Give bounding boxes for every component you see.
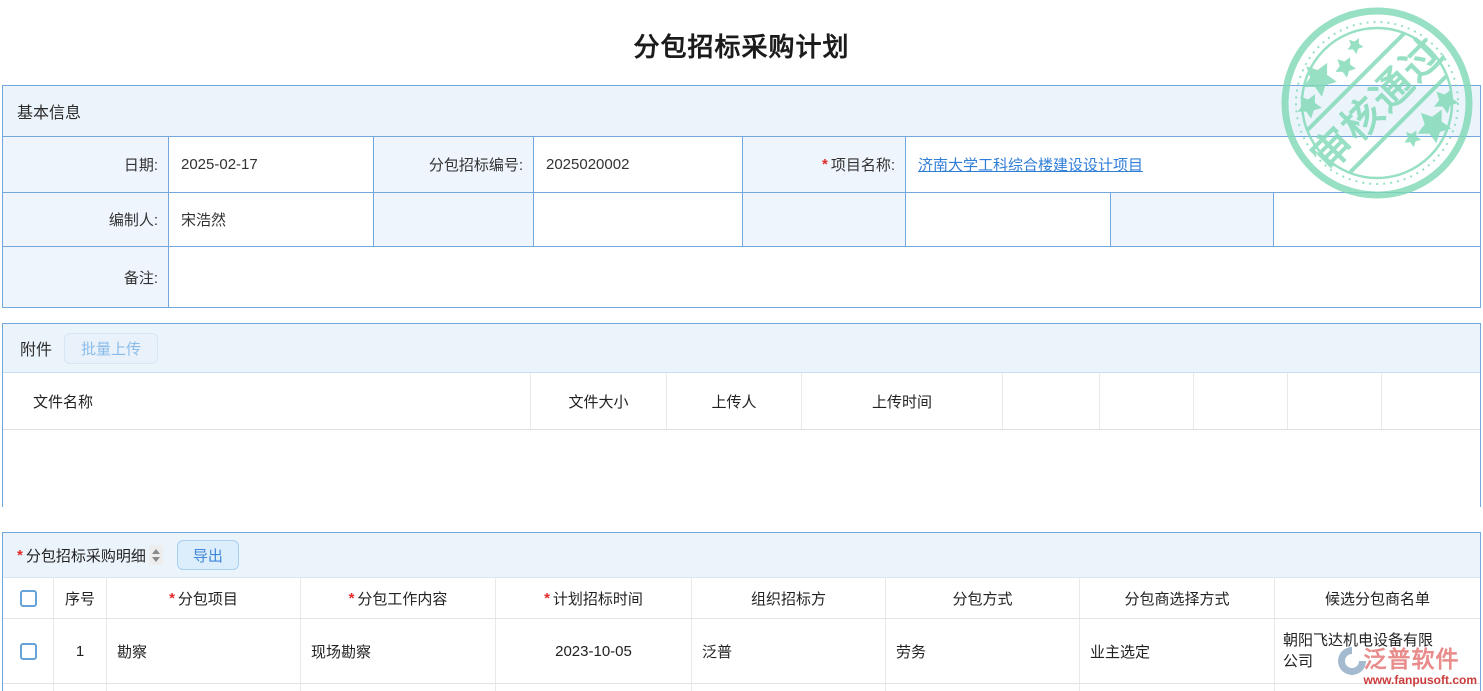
work-cell: 现场勘察 [301, 619, 496, 683]
selection-cell: 业主选定 [1080, 619, 1275, 683]
empty-value-cell [1274, 193, 1480, 246]
organizer-cell: 泛普 [692, 619, 886, 683]
spinner-up-down-icon[interactable] [149, 545, 163, 565]
page: 分包招标采购计划 基本信息 日期: 2025-02-17 分包招标编号: 202… [0, 0, 1483, 691]
required-asterisk: * [17, 547, 23, 564]
author-label: 编制人: [3, 193, 169, 246]
vendor-brand-text: 泛普软件 [1363, 648, 1459, 671]
empty-value-cell [906, 193, 1111, 246]
col-empty [1382, 373, 1480, 429]
empty-label-cell [743, 193, 906, 246]
col-uploader: 上传人 [667, 373, 802, 429]
required-asterisk: * [822, 156, 828, 173]
col-seq: 序号 [54, 578, 107, 618]
col-subcontract-method: 分包方式 [886, 578, 1080, 618]
attachments-section: 附件 批量上传 文件名称 文件大小 上传人 上传时间 [2, 323, 1481, 507]
project-cell: 勘察 [107, 619, 301, 683]
basic-info-row-1: 日期: 2025-02-17 分包招标编号: 2025020002 * 项目名称… [3, 137, 1480, 193]
required-asterisk: * [544, 590, 550, 607]
col-organizer: 组织招标方 [692, 578, 886, 618]
remark-value [169, 247, 1480, 307]
row-checkbox[interactable] [20, 643, 37, 660]
vendor-url-text: www.fanpusoft.com [1363, 673, 1477, 687]
author-value: 宋浩然 [169, 193, 374, 246]
date-label: 日期: [3, 137, 169, 192]
details-header: * 分包招标采购明细 导出 [3, 533, 1480, 578]
empty-label-cell [1111, 193, 1274, 246]
col-file-name: 文件名称 [3, 373, 531, 429]
attachments-title: 附件 [20, 336, 52, 360]
attachments-header: 附件 批量上传 [3, 324, 1480, 373]
spinner-down-icon [152, 557, 160, 562]
col-empty [1288, 373, 1382, 429]
col-subcontract-project: * 分包项目 [107, 578, 301, 618]
date-value: 2025-02-17 [169, 137, 374, 192]
col-upload-time: 上传时间 [802, 373, 1003, 429]
details-table-header: 序号 * 分包项目 * 分包工作内容 * 计划招标时间 组织招标方 分包方式 分… [3, 578, 1480, 619]
details-section: * 分包招标采购明细 导出 序号 * 分包项目 * 分包工作内容 [2, 532, 1481, 691]
remark-label: 备注: [3, 247, 169, 307]
export-button[interactable]: 导出 [177, 540, 239, 570]
seq-cell: 1 [54, 619, 107, 683]
batch-upload-button[interactable]: 批量上传 [64, 333, 158, 364]
select-all-cell [3, 578, 54, 618]
col-empty [1003, 373, 1100, 429]
basic-info-row-2: 编制人: 宋浩然 [3, 193, 1480, 247]
attachments-table-header: 文件名称 文件大小 上传人 上传时间 [3, 373, 1480, 430]
select-all-checkbox[interactable] [20, 590, 37, 607]
details-partial-row [3, 684, 1480, 691]
project-name-link[interactable]: 济南大学工科综合楼建设设计项目 [918, 154, 1143, 175]
spinner-up-icon [152, 549, 160, 554]
basic-info-section: 基本信息 日期: 2025-02-17 分包招标编号: 2025020002 *… [2, 85, 1481, 308]
details-title: 分包招标采购明细 [26, 545, 146, 566]
attachments-empty-body [3, 430, 1480, 507]
details-table-row: 1 勘察 现场勘察 2023-10-05 泛普 劳务 业主选定 朝阳飞达机电设备… [3, 619, 1480, 684]
project-name-label: * 项目名称: [743, 137, 906, 192]
project-name-cell: 济南大学工科综合楼建设设计项目 [906, 137, 1480, 192]
page-title: 分包招标采购计划 [0, 27, 1483, 64]
plan-time-cell: 2023-10-05 [496, 619, 692, 683]
required-asterisk: * [169, 590, 175, 607]
basic-info-header: 基本信息 [3, 86, 1480, 137]
method-cell: 劳务 [886, 619, 1080, 683]
required-asterisk: * [349, 590, 355, 607]
col-empty [1100, 373, 1194, 429]
col-candidates: 候选分包商名单 [1275, 578, 1480, 618]
col-selection-method: 分包商选择方式 [1080, 578, 1275, 618]
empty-label-cell [374, 193, 534, 246]
vendor-watermark: 泛普软件 www.fanpusoft.com [1335, 648, 1477, 687]
row-select-cell [3, 619, 54, 683]
col-work-content: * 分包工作内容 [301, 578, 496, 618]
col-file-size: 文件大小 [531, 373, 667, 429]
basic-info-title: 基本信息 [17, 99, 81, 123]
col-plan-bid-time: * 计划招标时间 [496, 578, 692, 618]
bid-no-value: 2025020002 [534, 137, 743, 192]
empty-value-cell [534, 193, 743, 246]
bid-no-label: 分包招标编号: [374, 137, 534, 192]
col-empty [1194, 373, 1288, 429]
basic-info-row-3: 备注: [3, 247, 1480, 307]
